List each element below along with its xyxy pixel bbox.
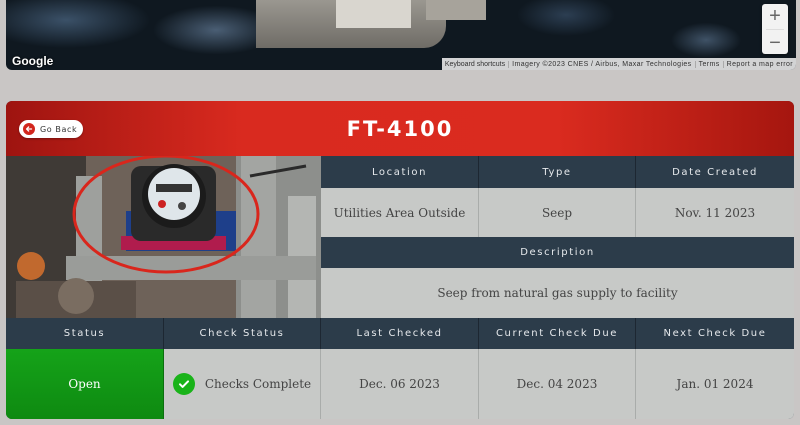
zoom-out-button[interactable]: − bbox=[769, 33, 781, 53]
google-logo: Google bbox=[12, 54, 54, 68]
description-header: Description bbox=[321, 237, 794, 268]
map-building bbox=[336, 0, 411, 28]
check-status-value: Checks Complete bbox=[164, 349, 321, 419]
type-header: Type bbox=[479, 156, 636, 188]
date-created-header: Date Created bbox=[636, 156, 794, 188]
keyboard-shortcuts-link[interactable]: Keyboard shortcuts bbox=[442, 61, 508, 68]
satellite-map[interactable]: + − Google Keyboard shortcuts Imagery ©2… bbox=[6, 0, 796, 70]
zoom-in-button[interactable]: + bbox=[769, 6, 781, 26]
map-attribution: Keyboard shortcuts Imagery ©2023 CNES / … bbox=[441, 58, 796, 70]
zoom-divider bbox=[766, 28, 784, 30]
check-circle-icon bbox=[172, 373, 195, 395]
current-check-due-value: Dec. 04 2023 bbox=[479, 349, 636, 419]
status-badge: Open bbox=[6, 349, 164, 419]
check-status-text: Checks Complete bbox=[204, 377, 312, 391]
last-checked-header: Last Checked bbox=[321, 318, 479, 349]
feature-detail-card: FT-4100 Go Back Location Type Date Creat… bbox=[6, 101, 794, 419]
next-check-due-value: Jan. 01 2024 bbox=[636, 349, 794, 419]
go-back-label: Go Back bbox=[40, 124, 78, 134]
map-building bbox=[426, 0, 486, 20]
terms-link[interactable]: Terms bbox=[694, 60, 723, 68]
location-header: Location bbox=[321, 156, 479, 188]
date-created-value: Nov. 11 2023 bbox=[636, 188, 794, 237]
type-value: Seep bbox=[479, 188, 636, 237]
check-status-header: Check Status bbox=[164, 318, 321, 349]
current-check-due-header: Current Check Due bbox=[479, 318, 636, 349]
arrow-left-circle-icon bbox=[23, 123, 35, 135]
go-back-button[interactable]: Go Back bbox=[19, 120, 83, 138]
next-check-due-header: Next Check Due bbox=[636, 318, 794, 349]
feature-photo bbox=[6, 156, 321, 318]
page-title: FT-4100 bbox=[346, 116, 454, 141]
map-zoom-control: + − bbox=[762, 4, 788, 54]
imagery-credit: Imagery ©2023 CNES / Airbus, Maxar Techn… bbox=[508, 60, 694, 68]
last-checked-value: Dec. 06 2023 bbox=[321, 349, 479, 419]
location-value: Utilities Area Outside bbox=[321, 188, 479, 237]
description-value: Seep from natural gas supply to facility bbox=[321, 268, 794, 318]
report-map-error-link[interactable]: Report a map error bbox=[722, 60, 796, 68]
card-header: FT-4100 Go Back bbox=[6, 101, 794, 156]
status-header: Status bbox=[6, 318, 164, 349]
